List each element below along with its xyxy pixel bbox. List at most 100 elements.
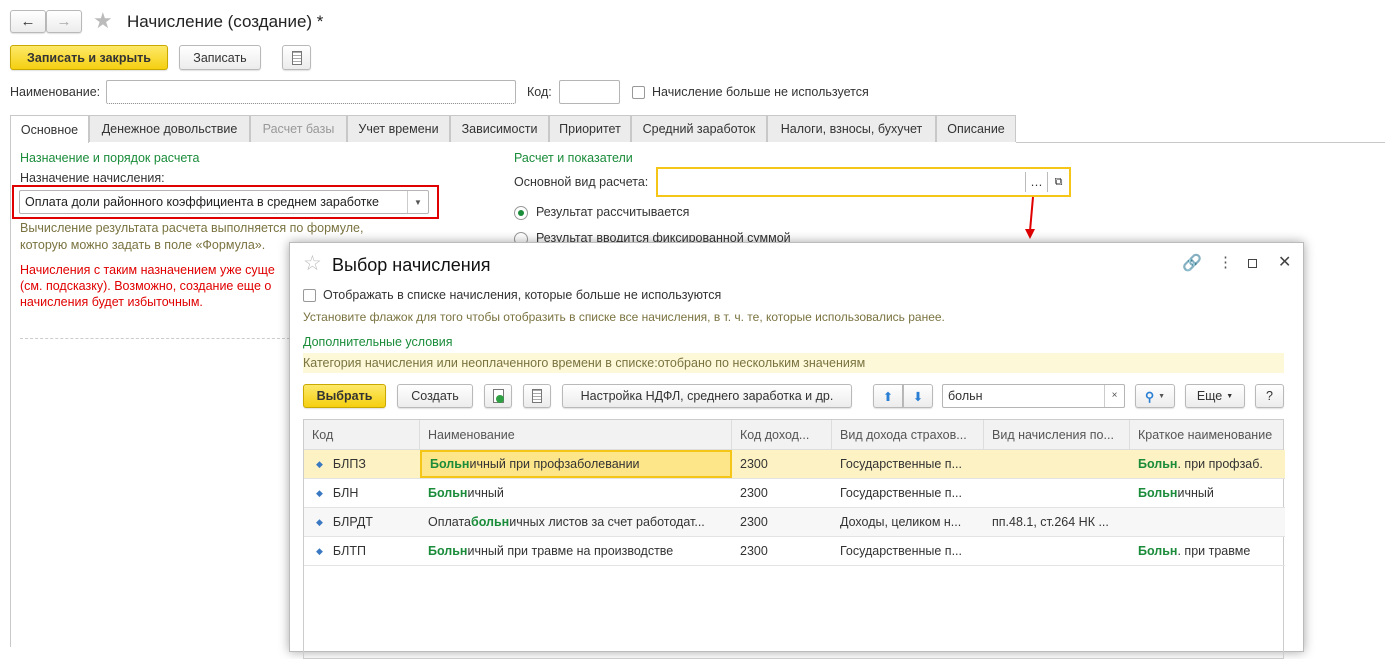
code-input[interactable] bbox=[559, 80, 620, 104]
tab-average-earnings[interactable]: Средний заработок bbox=[631, 115, 767, 142]
arrow-right-icon: → bbox=[56, 13, 72, 30]
search-icon: ⚲ bbox=[1144, 389, 1155, 404]
name-match: Больн bbox=[430, 457, 470, 471]
more-vertical-icon[interactable]: ⋮ bbox=[1218, 253, 1233, 271]
cell-income-code: 2300 bbox=[732, 450, 832, 478]
name-post: ичный при травме на производстве bbox=[467, 544, 674, 558]
select-accrual-dialog: ☆ Выбор начисления 🔗 ⋮ ✕ Отображать в сп… bbox=[289, 242, 1304, 659]
radio-calculated[interactable] bbox=[514, 206, 528, 220]
short-match: Больн bbox=[1138, 486, 1178, 500]
tab-time[interactable]: Учет времени bbox=[347, 115, 450, 142]
cell-short-name bbox=[1130, 508, 1283, 536]
accruals-table: Код Наименование Код доход... Вид дохода… bbox=[303, 419, 1285, 659]
arrow-down-icon: ⬇ bbox=[912, 389, 924, 404]
purpose-select[interactable]: Оплата доли районного коэффициента в сре… bbox=[19, 190, 429, 214]
tab-priority[interactable]: Приоритет bbox=[549, 115, 631, 142]
help-button[interactable]: ? bbox=[1255, 384, 1284, 408]
cell-name: Больн ичный при профзаболевании bbox=[420, 450, 732, 478]
column-name[interactable]: Наименование bbox=[420, 420, 732, 450]
cell-accrual-kind bbox=[984, 537, 1130, 565]
move-down-button[interactable]: ⬇ bbox=[903, 384, 933, 408]
income-code-text: 2300 bbox=[740, 515, 768, 529]
item-icon: ◆ bbox=[316, 545, 323, 556]
show-unused-checkbox[interactable] bbox=[303, 289, 316, 302]
short-post: . при профзаб. bbox=[1177, 457, 1263, 471]
create-button[interactable]: Создать bbox=[397, 384, 473, 408]
maximize-icon[interactable] bbox=[1248, 259, 1257, 268]
select-button[interactable]: Выбрать bbox=[303, 384, 386, 408]
save-and-close-button[interactable]: Записать и закрыть bbox=[10, 45, 168, 70]
tab-divider bbox=[1016, 142, 1385, 143]
column-short-name[interactable]: Краткое наименование bbox=[1130, 420, 1283, 450]
table-row[interactable]: ◆ БЛРДТ Оплата больн ичных листов за счет р… bbox=[304, 508, 1285, 537]
tab-base-calc[interactable]: Расчет базы bbox=[250, 115, 347, 142]
purpose-heading: Назначение и порядок расчета bbox=[20, 151, 200, 165]
close-icon[interactable]: ✕ bbox=[1278, 252, 1291, 272]
cell-insurance-income: Государственные п... bbox=[832, 450, 984, 478]
tab-allowance[interactable]: Денежное довольствие bbox=[89, 115, 250, 142]
name-post: ичный при профзаболевании bbox=[469, 457, 640, 471]
warning-3: начисления будет избыточным. bbox=[20, 295, 203, 309]
column-insurance-income[interactable]: Вид дохода страхов... bbox=[832, 420, 984, 450]
cell-name: Оплата больн ичных листов за счет работод… bbox=[420, 508, 732, 536]
more-button[interactable]: Еще ▼ bbox=[1185, 384, 1245, 408]
table-row[interactable]: ◆ БЛПЗ Больн ичный при профзаболевании 2300 Г… bbox=[304, 450, 1285, 479]
item-icon: ◆ bbox=[316, 487, 323, 498]
cell-income-code: 2300 bbox=[732, 537, 832, 565]
short-post: . при травме bbox=[1177, 544, 1251, 558]
ndfl-settings-button[interactable]: Настройка НДФЛ, среднего заработка и др. bbox=[562, 384, 852, 408]
search-button[interactable]: ⚲ ▼ bbox=[1135, 384, 1175, 408]
income-code-text: 2300 bbox=[740, 544, 768, 558]
open-icon[interactable]: ⧉ bbox=[1047, 172, 1069, 192]
clear-icon[interactable]: × bbox=[1104, 385, 1124, 407]
table-row[interactable]: ◆ БЛН Больн ичный 2300 Государственные п... Бо… bbox=[304, 479, 1285, 508]
chevron-down-icon: ▼ bbox=[1226, 392, 1234, 400]
code-text: БЛТП bbox=[332, 544, 366, 558]
item-icon: ◆ bbox=[316, 458, 323, 469]
list-menu-button[interactable] bbox=[523, 384, 551, 408]
insurance-text: Государственные п... bbox=[840, 457, 962, 471]
tab-dependencies[interactable]: Зависимости bbox=[450, 115, 549, 142]
list-icon bbox=[291, 50, 302, 65]
warning-1: Начисления с таким назначением уже суще bbox=[20, 263, 275, 277]
cell-short-name: Больн. при травме bbox=[1130, 537, 1283, 565]
name-input[interactable] bbox=[106, 80, 516, 104]
save-button[interactable]: Записать bbox=[179, 45, 261, 70]
cell-short-name: Больн. при профзаб. bbox=[1130, 450, 1283, 478]
tab-description[interactable]: Описание bbox=[936, 115, 1016, 142]
search-input[interactable]: больн × bbox=[942, 384, 1125, 408]
chevron-down-icon[interactable]: ▼ bbox=[407, 191, 428, 213]
table-row[interactable]: ◆ БЛТП Больн ичный при травме на производст… bbox=[304, 537, 1285, 566]
tab-main[interactable]: Основное bbox=[10, 115, 89, 143]
not-used-checkbox[interactable] bbox=[632, 86, 645, 99]
link-icon[interactable]: 🔗 bbox=[1182, 253, 1202, 273]
page-title: Начисление (создание) * bbox=[127, 12, 324, 31]
column-code[interactable]: Код bbox=[304, 420, 420, 450]
cell-name: Больн ичный при травме на производстве bbox=[420, 537, 732, 565]
radio-calculated-label: Результат рассчитывается bbox=[536, 205, 690, 219]
move-up-button[interactable]: ⬆ bbox=[873, 384, 903, 408]
copy-button[interactable] bbox=[484, 384, 512, 408]
cell-short-name: Больн ичный bbox=[1130, 479, 1283, 507]
tab-taxes[interactable]: Налоги, взносы, бухучет bbox=[767, 115, 936, 142]
favorite-star-icon[interactable]: ★ bbox=[93, 8, 113, 34]
favorite-star-icon[interactable]: ☆ bbox=[303, 251, 322, 276]
column-accrual-kind[interactable]: Вид начисления по... bbox=[984, 420, 1130, 450]
back-button[interactable]: ← bbox=[10, 10, 46, 33]
panel-border bbox=[10, 142, 11, 647]
cell-accrual-kind bbox=[984, 479, 1130, 507]
ellipsis-button[interactable]: … bbox=[1025, 172, 1047, 192]
short-match: Больн bbox=[1138, 457, 1178, 471]
column-income-code[interactable]: Код доход... bbox=[732, 420, 832, 450]
forward-button[interactable]: → bbox=[46, 10, 82, 33]
name-match: больн bbox=[471, 515, 510, 529]
item-icon: ◆ bbox=[316, 516, 323, 527]
filter-bar[interactable]: Категория начисления или неоплаченного в… bbox=[303, 353, 1284, 373]
search-value: больн bbox=[948, 389, 983, 403]
code-text: БЛРДТ bbox=[332, 515, 373, 529]
add-document-icon bbox=[492, 389, 504, 403]
code-text: БЛН bbox=[332, 486, 359, 500]
base-calc-input[interactable]: … ⧉ bbox=[656, 167, 1071, 197]
dialog-title: Выбор начисления bbox=[332, 255, 491, 275]
list-menu-button[interactable] bbox=[282, 45, 311, 70]
